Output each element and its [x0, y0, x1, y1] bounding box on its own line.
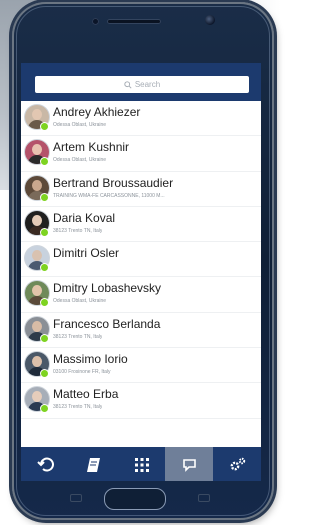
online-status-dot — [41, 405, 48, 413]
contact-list: Andrey Akhiezer Odessa Oblast, Ukraine A… — [21, 101, 261, 419]
contact-name: Francesco Berlanda — [53, 316, 161, 331]
earpiece-speaker — [107, 19, 161, 24]
notebook-icon — [86, 457, 100, 472]
search-input[interactable]: Search — [35, 76, 249, 93]
bottom-nav — [21, 447, 261, 481]
grid-icon — [134, 457, 149, 472]
contact-row[interactable]: Matteo Erba 38123 Trento TN, Italy — [21, 383, 261, 419]
nav-tab-notebook[interactable] — [69, 447, 117, 481]
contact-name: Artem Kushnir — [53, 140, 130, 155]
nav-tab-history[interactable] — [21, 447, 69, 481]
contact-row[interactable]: Dimitri Osler — [21, 242, 261, 278]
contact-location: 38123 Trento TN, Italy — [53, 227, 103, 234]
contact-location: Odessa Oblast, Ukraine — [53, 122, 107, 128]
online-status-dot — [41, 228, 48, 236]
home-button[interactable] — [104, 488, 166, 510]
search-placeholder: Search — [134, 80, 161, 89]
online-status-dot — [41, 299, 48, 307]
history-icon — [36, 457, 54, 471]
online-status-dot — [41, 123, 48, 130]
sensor — [92, 18, 99, 25]
contact-row[interactable]: Dmitry Lobashevsky Odessa Oblast, Ukrain… — [21, 277, 261, 313]
contact-location: 38123 Trento TN, Italy — [53, 333, 103, 340]
contact-name: Dimitri Osler — [53, 246, 119, 261]
contact-name: Daria Koval — [53, 210, 116, 225]
back-key[interactable] — [198, 494, 210, 502]
contact-row[interactable]: Andrey Akhiezer Odessa Oblast, Ukraine — [21, 101, 261, 137]
contact-row[interactable]: Daria Koval 38123 Trento TN, Italy — [21, 207, 261, 243]
contact-name: Bertrand Broussaudier — [53, 175, 174, 190]
online-status-dot — [41, 193, 48, 201]
online-status-dot — [41, 264, 48, 272]
top-bar: Search — [21, 63, 261, 101]
search-icon — [124, 80, 132, 89]
contact-location: TRAINING WMA-FE CARCASSONNE, 11000 M... — [53, 192, 165, 199]
online-status-dot — [41, 370, 48, 378]
online-status-dot — [41, 158, 48, 166]
contact-row[interactable]: Francesco Berlanda 38123 Trento TN, Ital… — [21, 313, 261, 349]
recent-apps-key[interactable] — [70, 494, 82, 502]
nav-tab-chat[interactable] — [165, 447, 213, 481]
app-screen: Search Andrey Akhiezer Odessa Oblast, Uk… — [21, 63, 261, 481]
contact-name: Massimo Iorio — [53, 352, 128, 367]
nav-tab-settings[interactable] — [213, 447, 261, 481]
contact-name: Dmitry Lobashevsky — [53, 281, 162, 296]
contact-row[interactable]: Bertrand Broussaudier TRAINING WMA-FE CA… — [21, 172, 261, 207]
front-camera — [205, 15, 215, 25]
contact-location: Odessa Oblast, Ukraine — [53, 157, 107, 164]
contact-name: Matteo Erba — [53, 387, 119, 402]
nav-tab-grid[interactable] — [117, 447, 165, 481]
online-status-dot — [41, 334, 48, 342]
settings-icon — [230, 457, 245, 470]
contact-row[interactable]: Massimo Iorio 03100 Frosinone FR, Italy — [21, 348, 261, 384]
contact-location: Odessa Oblast, Ukraine — [53, 298, 107, 305]
contact-location: 38123 Trento TN, Italy — [53, 404, 103, 411]
chat-icon — [182, 458, 196, 472]
contact-name: Andrey Akhiezer — [53, 105, 141, 119]
contact-row[interactable]: Artem Kushnir Odessa Oblast, Ukraine — [21, 136, 261, 172]
contact-location: 03100 Frosinone FR, Italy — [53, 369, 111, 376]
